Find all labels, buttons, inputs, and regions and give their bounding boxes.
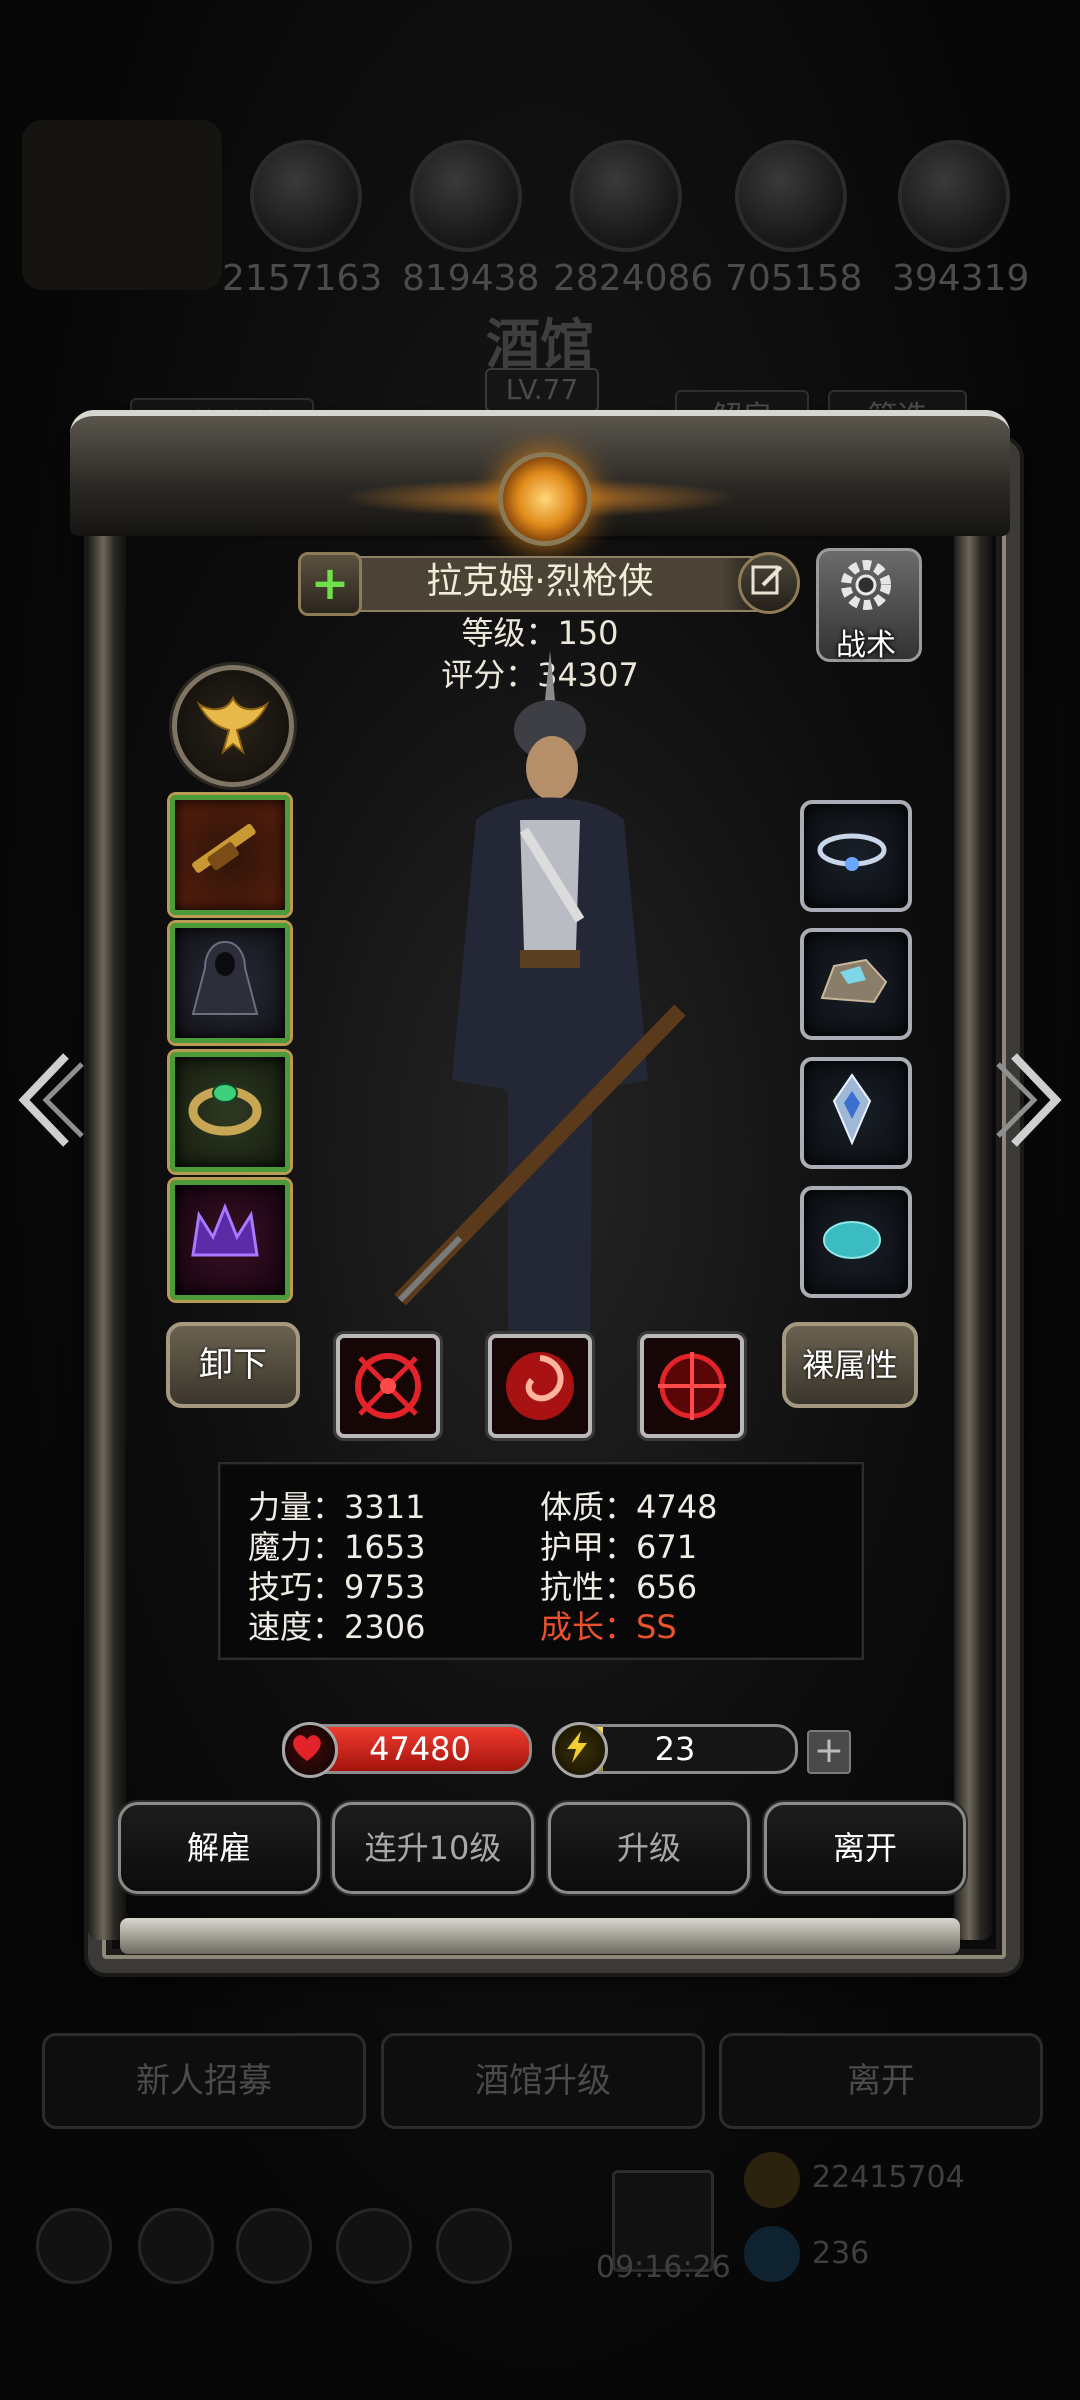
green-ring-icon bbox=[188, 1083, 262, 1136]
hero-level: 等级：150 bbox=[461, 614, 619, 652]
resource-icon bbox=[735, 140, 847, 252]
next-hero-arrow-icon[interactable] bbox=[994, 1050, 1064, 1150]
menu-icon bbox=[236, 2208, 312, 2284]
heart-icon bbox=[282, 1722, 338, 1778]
resource-count: 2157163 bbox=[222, 258, 383, 299]
previous-hero-arrow-icon[interactable] bbox=[16, 1050, 86, 1150]
level-up-10-button[interactable]: 连升10级 bbox=[332, 1802, 534, 1894]
red-target-icon bbox=[355, 1353, 421, 1419]
phoenix-icon bbox=[196, 695, 270, 755]
stat-speed: 速度：2306 bbox=[248, 1608, 426, 1646]
purple-crown-icon bbox=[191, 1202, 259, 1257]
skill-slot-2[interactable] bbox=[488, 1334, 592, 1438]
menu-icon bbox=[436, 2208, 512, 2284]
frame-base bbox=[120, 1918, 960, 1954]
accessory-slot-2[interactable] bbox=[800, 928, 912, 1040]
tavern-level: LV.77 bbox=[485, 368, 599, 412]
level-up-button[interactable]: 升级 bbox=[548, 1802, 750, 1894]
frame-emblem-icon bbox=[498, 452, 592, 546]
ore-stone-icon bbox=[820, 958, 888, 1004]
resource-icon bbox=[570, 140, 682, 252]
crystal-badge-icon bbox=[832, 1073, 872, 1146]
base-attributes-button[interactable]: 裸属性 bbox=[782, 1322, 918, 1408]
armor-slot[interactable] bbox=[170, 923, 290, 1043]
avatar bbox=[22, 120, 222, 290]
tavern-upgrade-button: 酒馆升级 bbox=[381, 2033, 705, 2129]
resource-count: 819438 bbox=[402, 258, 540, 299]
accessory-slot-3[interactable] bbox=[800, 1057, 912, 1169]
resource-icon bbox=[250, 140, 362, 252]
resource-count: 2824086 bbox=[553, 258, 714, 299]
tiara-icon bbox=[817, 833, 887, 871]
resource-icon bbox=[898, 140, 1010, 252]
stat-growth: 成长：SS bbox=[540, 1608, 677, 1646]
resource-count: 705158 bbox=[725, 258, 863, 299]
gear-icon bbox=[841, 560, 891, 610]
recruit-button: 新人招募 bbox=[42, 2033, 366, 2129]
hero-name: 拉克姆·烈枪侠 bbox=[426, 561, 654, 602]
dark-cloak-icon bbox=[191, 940, 259, 1015]
frame-pillar-right bbox=[954, 500, 992, 1940]
resource-icon bbox=[410, 140, 522, 252]
accessory-slot-4[interactable] bbox=[800, 1186, 912, 1298]
gem-icon bbox=[744, 2226, 800, 2282]
plus-icon: + bbox=[310, 556, 350, 610]
gem-count: 236 bbox=[812, 2236, 870, 2271]
skill-slot-1[interactable] bbox=[336, 1334, 440, 1438]
accessory-slot-1[interactable] bbox=[800, 800, 912, 912]
helmet-slot[interactable] bbox=[170, 1180, 290, 1300]
gift-timer: 09:16:26 bbox=[596, 2250, 731, 2285]
add-button[interactable]: + bbox=[298, 552, 362, 616]
golden-rifle-icon bbox=[192, 823, 256, 873]
hero-portrait bbox=[394, 650, 686, 1370]
weapon-slot[interactable] bbox=[170, 795, 290, 915]
skill-slot-3[interactable] bbox=[640, 1334, 744, 1438]
add-energy-button[interactable]: + bbox=[807, 1730, 851, 1774]
rename-button[interactable] bbox=[738, 552, 800, 614]
tactics-label: 战术 bbox=[836, 628, 896, 663]
leave-button[interactable]: 离开 bbox=[764, 1802, 966, 1894]
red-swirl-icon bbox=[506, 1352, 574, 1420]
menu-icon bbox=[138, 2208, 214, 2284]
frame-pillar-left bbox=[88, 500, 126, 1940]
lightning-icon bbox=[552, 1722, 608, 1778]
turquoise-stone-icon bbox=[823, 1221, 881, 1259]
red-crosshair-icon bbox=[658, 1352, 726, 1420]
gold-icon bbox=[744, 2152, 800, 2208]
menu-icon bbox=[36, 2208, 112, 2284]
ring-slot[interactable] bbox=[170, 1052, 290, 1172]
leave-tavern-button: 离开 bbox=[719, 2033, 1043, 2129]
unequip-button[interactable]: 卸下 bbox=[166, 1322, 300, 1408]
gold-count: 22415704 bbox=[812, 2160, 965, 2195]
resource-count: 394319 bbox=[892, 258, 1030, 299]
class-emblem[interactable] bbox=[172, 665, 294, 787]
menu-icon bbox=[336, 2208, 412, 2284]
edit-icon bbox=[751, 565, 783, 595]
fire-hero-button[interactable]: 解雇 bbox=[118, 1802, 320, 1894]
